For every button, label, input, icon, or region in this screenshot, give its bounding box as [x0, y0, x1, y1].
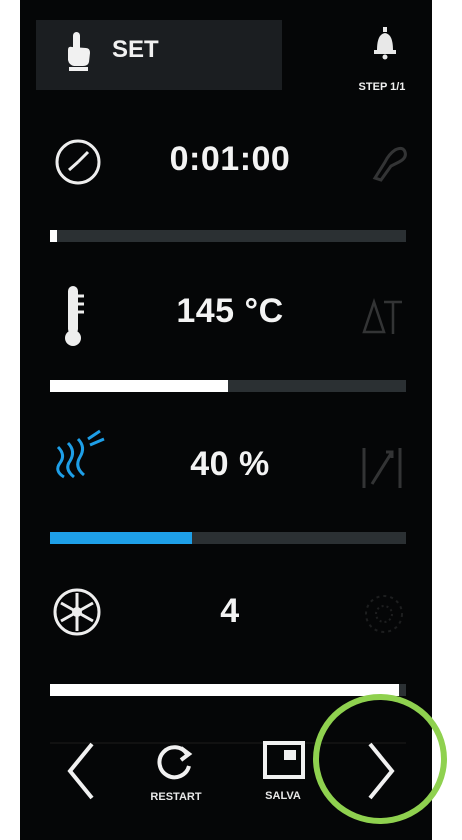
fan-speed-slider-fill	[50, 684, 399, 696]
screen-bezel	[432, 0, 462, 840]
step-indicator: STEP 1/1	[358, 81, 406, 93]
bell-icon[interactable]	[372, 26, 398, 60]
chevron-left-icon[interactable]	[64, 740, 98, 802]
time-value[interactable]: 0:01:00	[120, 140, 340, 179]
save-icon[interactable]	[262, 740, 306, 780]
core-probe-icon[interactable]	[365, 136, 413, 184]
fan-icon	[53, 588, 101, 636]
mode-label: SET	[112, 36, 159, 63]
hand-pointer-icon	[68, 32, 90, 71]
clock-icon	[55, 139, 101, 185]
humidity-value[interactable]: 40 %	[120, 445, 340, 484]
temperature-slider-fill	[50, 380, 228, 392]
fan-speed-value[interactable]: 4	[120, 592, 340, 631]
fan-mode-icon[interactable]	[360, 590, 408, 638]
thermometer-icon	[65, 286, 84, 346]
time-slider[interactable]	[50, 230, 406, 242]
fan-speed-slider[interactable]	[50, 684, 406, 696]
temperature-value[interactable]: 145 °C	[120, 292, 340, 331]
restart-icon[interactable]	[155, 742, 195, 782]
save-button-label[interactable]: SALVA	[243, 790, 323, 802]
damper-icon[interactable]	[358, 444, 406, 492]
humidity-slider[interactable]	[50, 532, 406, 544]
time-slider-fill	[50, 230, 58, 242]
restart-button-label[interactable]: RESTART	[136, 791, 216, 803]
humidity-slider-fill	[50, 532, 193, 544]
highlight-circle	[313, 694, 447, 824]
steam-icon	[56, 429, 105, 479]
delta-t-icon[interactable]	[360, 292, 404, 340]
temperature-slider[interactable]	[50, 380, 406, 392]
